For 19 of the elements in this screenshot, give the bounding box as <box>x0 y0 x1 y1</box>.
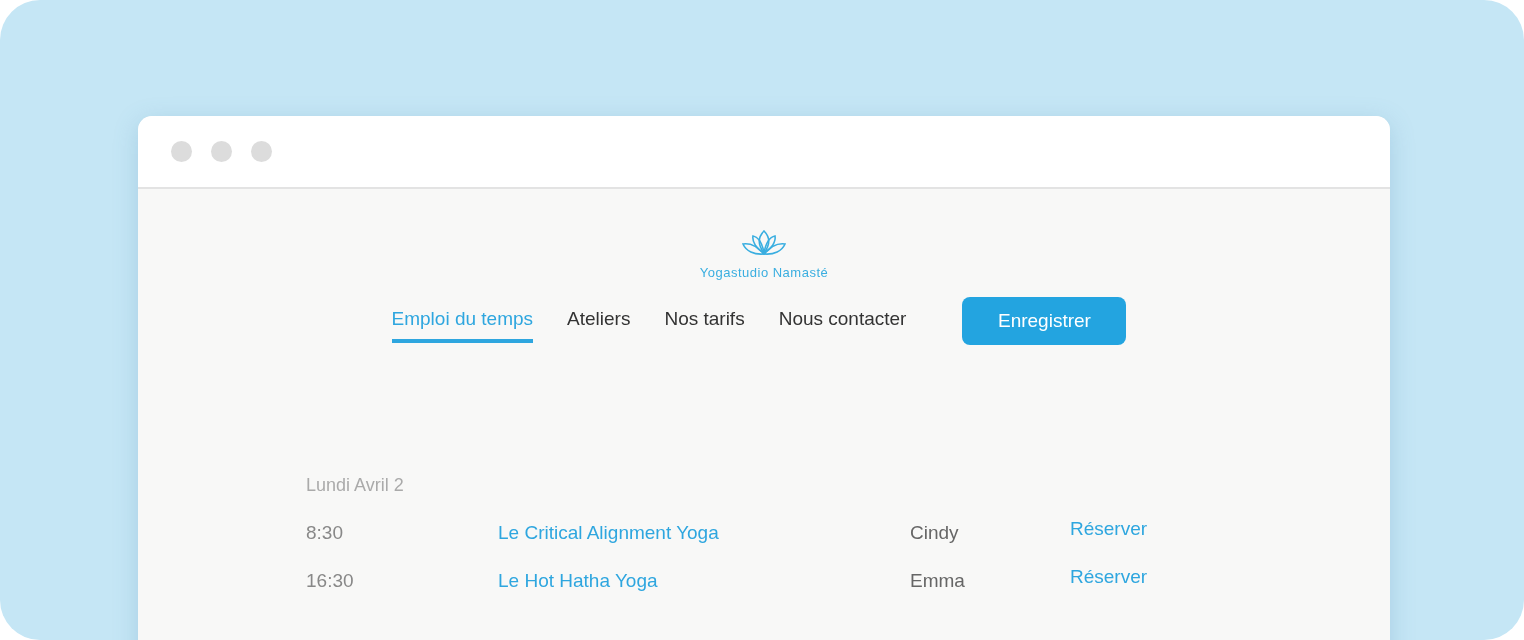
brand-name: Yogastudio Namasté <box>699 265 829 280</box>
nav-link[interactable]: Nos tarifs <box>664 299 745 343</box>
window-control-icon[interactable] <box>251 141 272 162</box>
class-time: 8:30 <box>306 522 344 544</box>
window-control-icon[interactable] <box>171 141 192 162</box>
book-link[interactable]: Réserver <box>1070 566 1390 588</box>
date-heading: Lundi Avril 2 <box>306 475 405 496</box>
class-time: 16:30 <box>306 570 355 592</box>
book-link[interactable]: Réserver <box>1070 518 1390 540</box>
class-link[interactable]: Le Hot Hatha Yoga <box>498 570 910 592</box>
register-button[interactable]: Enregistrer <box>962 297 1127 345</box>
window-control-icon[interactable] <box>211 141 232 162</box>
teacher-name: Cindy <box>910 522 960 544</box>
nav-link[interactable]: Emploi du temps <box>391 299 534 343</box>
nav-link[interactable]: Ateliers <box>567 299 631 343</box>
class-link[interactable]: Le Critical Alignment Yoga <box>498 522 910 544</box>
nav-link[interactable]: Nous contacter <box>778 299 907 343</box>
teacher-name: Emma <box>910 570 966 592</box>
lotus-icon <box>740 229 788 257</box>
